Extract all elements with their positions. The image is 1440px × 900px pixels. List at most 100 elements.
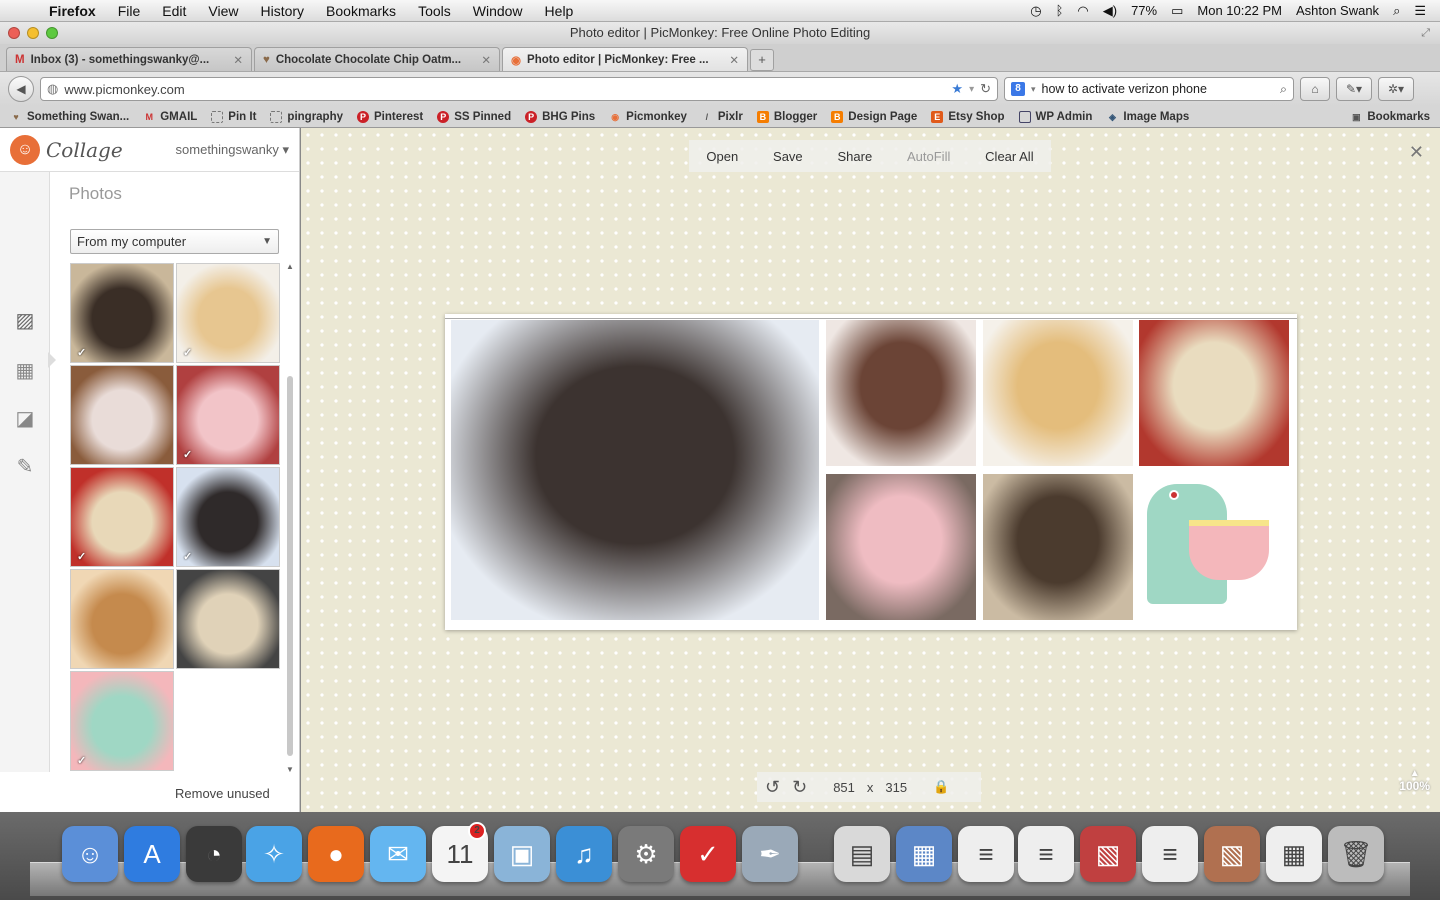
- open-button[interactable]: Open: [706, 149, 738, 164]
- autofill-button[interactable]: AutoFill: [907, 149, 950, 164]
- menu-bookmarks[interactable]: Bookmarks: [315, 3, 407, 19]
- screenshot-icon[interactable]: ▦: [1266, 826, 1322, 882]
- document-3-icon[interactable]: ≡: [1142, 826, 1198, 882]
- close-tab-icon[interactable]: ✕: [481, 53, 491, 67]
- zoom-window-button[interactable]: [46, 27, 58, 39]
- collage-cell-chocolate-oats-jar[interactable]: [983, 474, 1133, 620]
- time-machine-icon[interactable]: ◷: [1030, 3, 1041, 19]
- messages-icon[interactable]: ✉: [370, 826, 426, 882]
- close-tab-icon[interactable]: ✕: [729, 53, 739, 67]
- search-bar[interactable]: 8 ▾ how to activate verizon phone ⌕: [1004, 77, 1294, 101]
- collage-cell-ice-cream-scoop[interactable]: [826, 474, 976, 620]
- save-button[interactable]: Save: [773, 149, 803, 164]
- lock-icon[interactable]: 🔒: [933, 779, 949, 795]
- document-1-icon[interactable]: ≡: [958, 826, 1014, 882]
- collage-cell-cookie-on-milk[interactable]: [451, 320, 819, 620]
- width-value[interactable]: 851: [833, 780, 855, 795]
- bookmarks-menu[interactable]: ▣ Bookmarks: [1350, 111, 1430, 123]
- engine-dropdown-icon[interactable]: ▾: [1031, 84, 1036, 95]
- thumbnail-ice-cream-sundae[interactable]: [70, 365, 174, 465]
- dashboard-icon[interactable]: ◔: [186, 826, 242, 882]
- history-dropdown-icon[interactable]: ▾: [969, 84, 974, 95]
- photos-tool-icon[interactable]: ▨: [12, 308, 38, 334]
- bookmark-item[interactable]: B Design Page: [831, 110, 917, 123]
- firefox-icon[interactable]: ●: [308, 826, 364, 882]
- thumbnail-scrollbar[interactable]: ▲ ▼: [286, 262, 294, 774]
- zoom-control[interactable]: ▲ 100%: [1399, 768, 1430, 793]
- account-menu[interactable]: somethingswanky ▾: [176, 142, 289, 158]
- share-button[interactable]: Share: [837, 149, 872, 164]
- embellishments-tool-icon[interactable]: ✎: [12, 454, 38, 480]
- bookmark-item[interactable]: E Etsy Shop: [931, 110, 1005, 123]
- system-preferences-icon[interactable]: ⚙: [618, 826, 674, 882]
- menu-edit[interactable]: Edit: [151, 3, 197, 19]
- finder-icon[interactable]: ☺: [62, 826, 118, 882]
- bookmark-item[interactable]: P SS Pinned: [437, 110, 511, 123]
- wunderlist-icon[interactable]: ✓: [680, 826, 736, 882]
- volume-icon[interactable]: ◀): [1103, 3, 1117, 19]
- collage-cell-mixer-illustration[interactable]: [1139, 474, 1289, 620]
- undo-icon[interactable]: ↺: [765, 777, 780, 798]
- thumbnail-chocolate-oats-jar[interactable]: ✓: [70, 263, 174, 363]
- safari-icon[interactable]: ✧: [246, 826, 302, 882]
- close-window-button[interactable]: [8, 27, 20, 39]
- bookmark-item[interactable]: ◉ Picmonkey: [609, 111, 687, 123]
- calendar-icon[interactable]: 11 2: [432, 822, 488, 882]
- tab-picmonkey[interactable]: ◉ Photo editor | PicMonkey: Free ... ✕: [502, 47, 748, 71]
- bookmark-item[interactable]: pingraphy: [270, 110, 343, 123]
- downloads-icon[interactable]: ▤: [834, 826, 890, 882]
- home-button[interactable]: ⌂: [1300, 77, 1330, 101]
- itunes-icon[interactable]: ♫: [556, 826, 612, 882]
- bookmark-item[interactable]: WP Admin: [1018, 110, 1092, 123]
- battery-percent[interactable]: 77%: [1131, 3, 1157, 18]
- preview-icon[interactable]: ✒: [742, 826, 798, 882]
- wifi-icon[interactable]: ◠: [1077, 3, 1088, 19]
- menu-view[interactable]: View: [197, 3, 249, 19]
- extension-button[interactable]: ✲▾: [1378, 77, 1414, 101]
- menu-help[interactable]: Help: [534, 3, 585, 19]
- thumbnail-pancakes[interactable]: [70, 569, 174, 669]
- thumbnail-popcorn-bowl[interactable]: ✓: [70, 467, 174, 567]
- url-bar[interactable]: ◍ www.picmonkey.com ★ ▾ ↻: [40, 77, 998, 101]
- google-search-engine-icon[interactable]: 8: [1011, 82, 1025, 96]
- new-tab-button[interactable]: +: [750, 49, 774, 71]
- collage-cell-chocolate-cookie[interactable]: [826, 320, 976, 466]
- scrollbar-thumb[interactable]: [287, 376, 293, 756]
- layouts-tool-icon[interactable]: ▦: [12, 358, 38, 384]
- thumbnail-hand-pies[interactable]: ✓: [176, 263, 280, 363]
- search-icon[interactable]: ⌕: [1280, 82, 1287, 97]
- reload-icon[interactable]: ↻: [980, 81, 991, 97]
- scroll-down-icon[interactable]: ▼: [286, 765, 294, 774]
- scroll-up-icon[interactable]: ▲: [286, 262, 294, 271]
- photo-source-select[interactable]: From my computer ▼: [70, 229, 279, 254]
- menu-tools[interactable]: Tools: [407, 3, 462, 19]
- close-icon[interactable]: ✕: [1409, 142, 1424, 163]
- search-input[interactable]: how to activate verizon phone: [1042, 82, 1274, 96]
- minimize-window-button[interactable]: [27, 27, 39, 39]
- bookmark-item[interactable]: P BHG Pins: [525, 110, 595, 123]
- clear-all-button[interactable]: Clear All: [985, 149, 1033, 164]
- tab-gmail[interactable]: M Inbox (3) - somethingswanky@... ✕: [6, 47, 252, 71]
- collage-cell-hand-pies[interactable]: [983, 320, 1133, 466]
- bookmark-item[interactable]: / Pixlr: [701, 111, 743, 123]
- thumbnail-popcorn-polka-dot[interactable]: [176, 569, 280, 669]
- remove-unused-button[interactable]: Remove unused: [175, 786, 270, 801]
- height-value[interactable]: 315: [885, 780, 907, 795]
- bookmark-item[interactable]: Pin It: [211, 110, 256, 123]
- spotlight-icon[interactable]: ⌕: [1393, 3, 1400, 19]
- menu-file[interactable]: File: [107, 3, 152, 19]
- addon-button[interactable]: ✎▾: [1336, 77, 1372, 101]
- bookmark-item[interactable]: ♥ Something Swan...: [10, 111, 129, 123]
- photo-stack-icon[interactable]: ▧: [1080, 826, 1136, 882]
- picmonkey-logo-icon[interactable]: ☺: [10, 134, 40, 165]
- collage-cell-popcorn-bowl[interactable]: [1139, 320, 1289, 466]
- thumbnail-cookie-on-milk[interactable]: ✓: [176, 467, 280, 567]
- clock[interactable]: Mon 10:22 PM: [1197, 3, 1282, 18]
- document-2-icon[interactable]: ≡: [1018, 826, 1074, 882]
- recipe-photo-icon[interactable]: ▧: [1204, 826, 1260, 882]
- iphoto-icon[interactable]: ▣: [494, 826, 550, 882]
- menu-history[interactable]: History: [249, 3, 315, 19]
- app-store-icon[interactable]: A: [124, 826, 180, 882]
- trash-icon[interactable]: 🗑: [1328, 826, 1384, 882]
- bookmark-item[interactable]: B Blogger: [756, 110, 817, 123]
